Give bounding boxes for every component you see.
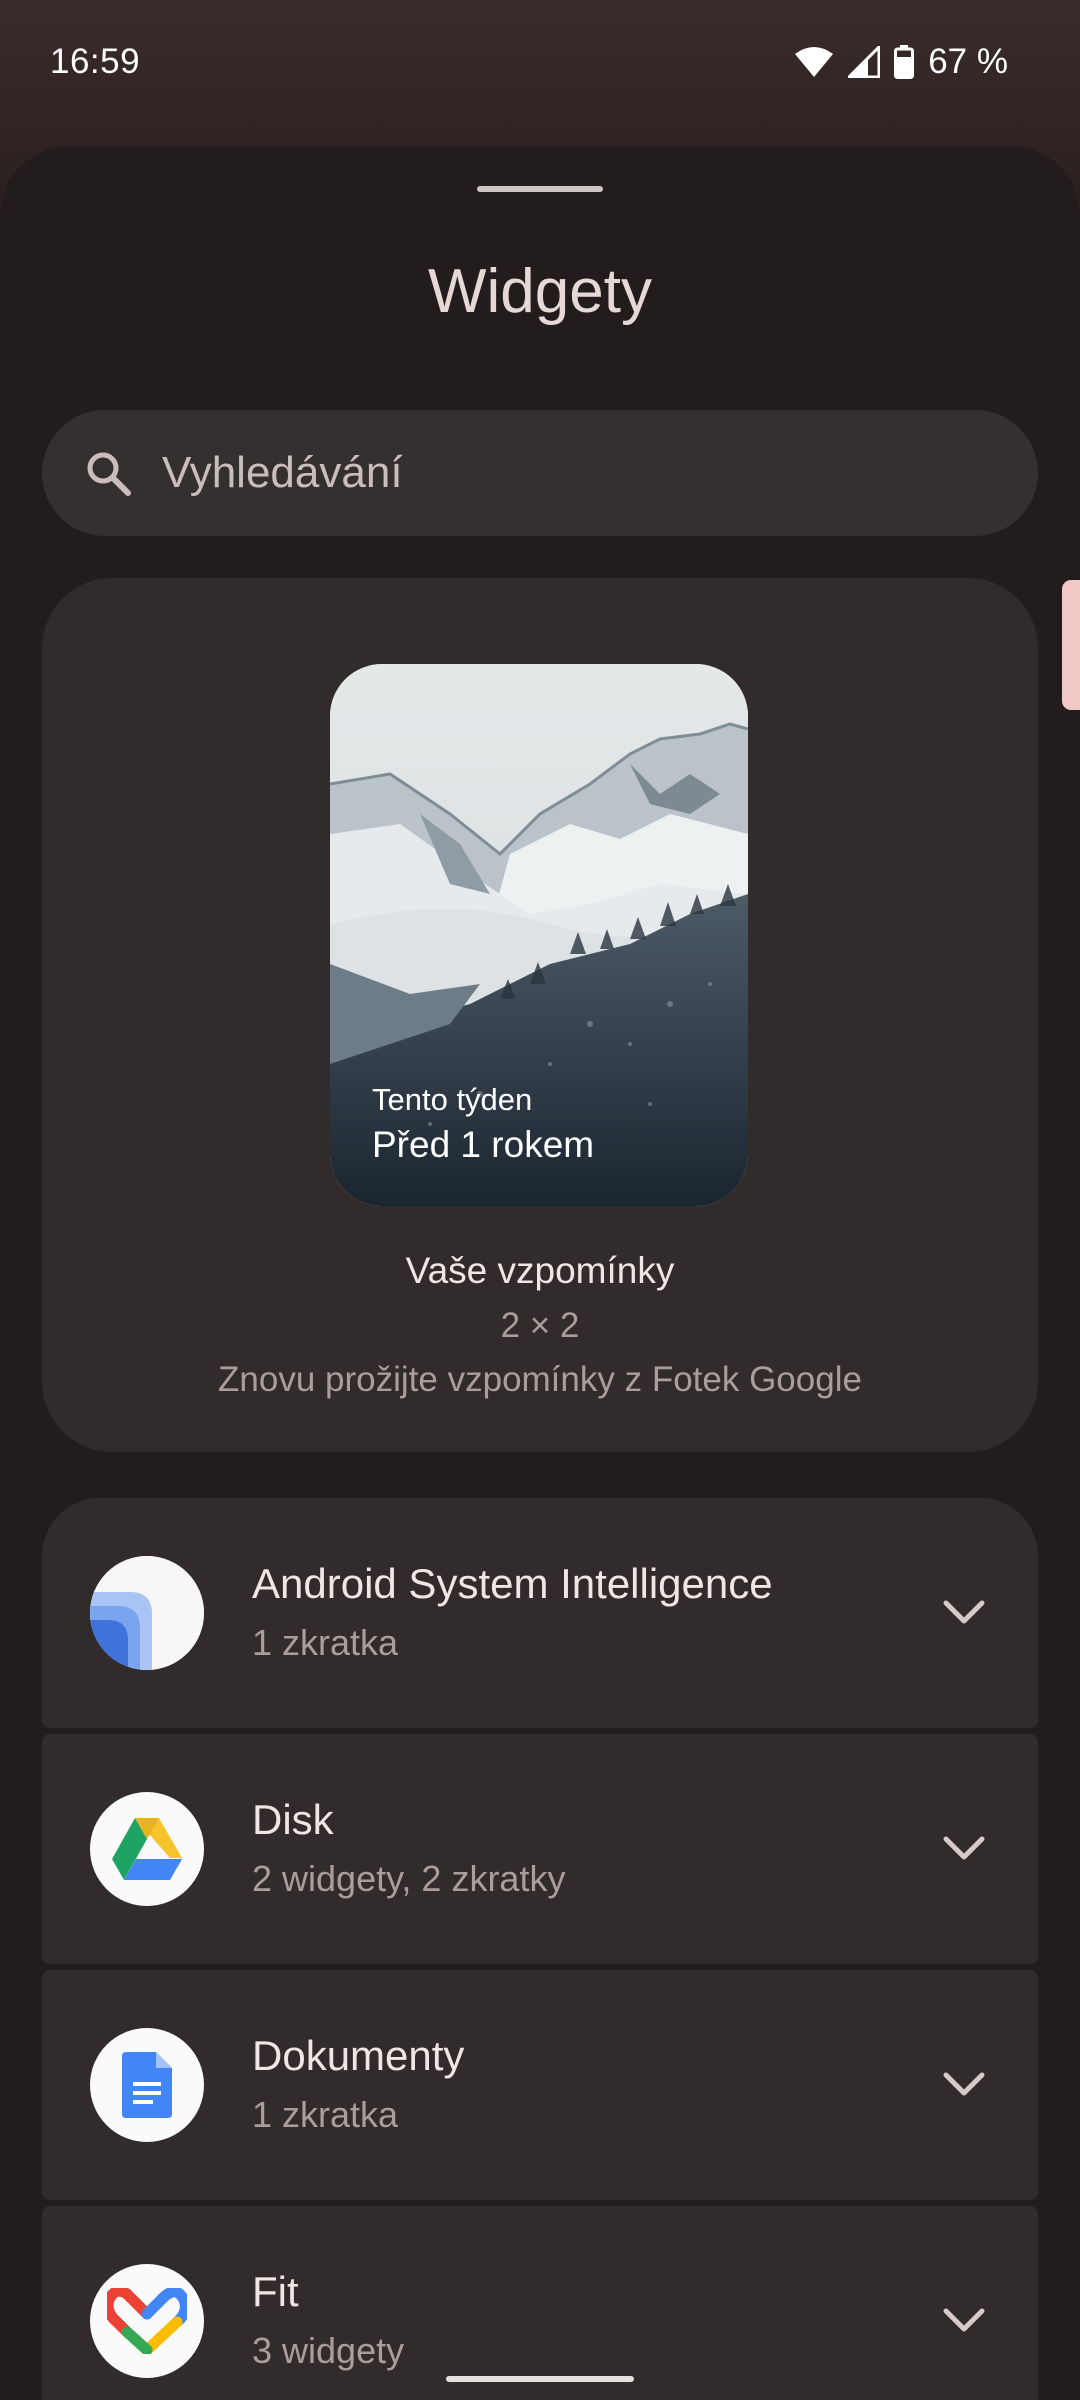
signal-icon [848, 46, 881, 78]
app-subtitle: 1 zkratka [252, 1622, 399, 1663]
app-row-fit[interactable]: Fit 3 widgety [42, 2206, 1038, 2400]
chevron-down-icon[interactable] [940, 2297, 988, 2345]
app-subtitle: 1 zkratka [252, 2094, 399, 2135]
memories-widget-preview[interactable]: Tento týden Před 1 rokem [330, 664, 748, 1206]
search-input[interactable]: Vyhledávání [42, 410, 1038, 536]
app-row-dokumenty[interactable]: Dokumenty 1 zkratka [42, 1970, 1038, 2200]
chevron-down-icon[interactable] [940, 1589, 988, 1637]
chevron-down-icon[interactable] [940, 2061, 988, 2109]
app-subtitle: 2 widgety, 2 zkratky [252, 1858, 566, 1899]
app-title: Fit [252, 2268, 299, 2315]
featured-widget-card[interactable]: Tento týden Před 1 rokem Vaše vzpomínky … [42, 578, 1038, 1452]
android-system-intelligence-icon [90, 1556, 204, 1670]
status-time: 16:59 [50, 42, 141, 81]
widgets-sheet: Widgety Vyhledávání Tento týden Před 1 r… [0, 146, 1080, 2400]
battery-percentage: 67 % [928, 42, 1008, 81]
app-title: Dokumenty [252, 2032, 465, 2079]
wifi-icon [794, 46, 834, 78]
preview-caption-year: Před 1 rokem [372, 1124, 595, 1165]
scrollbar[interactable] [1062, 580, 1080, 710]
app-row-disk[interactable]: Disk 2 widgety, 2 zkratky [42, 1734, 1038, 1964]
gesture-navigation-handle[interactable] [446, 2376, 634, 2382]
widget-size: 2 × 2 [500, 1306, 580, 1345]
app-subtitle: 3 widgety [252, 2330, 405, 2371]
status-icons: 67 % [794, 42, 1008, 82]
sheet-title: Widgety [428, 257, 652, 326]
status-bar: 16:59 67 % [0, 0, 1080, 124]
google-fit-icon [90, 2264, 204, 2378]
search-icon [80, 445, 136, 501]
preview-caption-week: Tento týden [372, 1082, 533, 1117]
chevron-down-icon[interactable] [940, 1825, 988, 1873]
google-drive-icon [90, 1792, 204, 1906]
app-title: Disk [252, 1796, 334, 1843]
google-docs-icon [90, 2028, 204, 2142]
app-title: Android System Intelligence [252, 1560, 773, 1607]
battery-icon [894, 45, 915, 79]
widget-description: Znovu prožijte vzpomínky z Fotek Google [218, 1360, 862, 1399]
widget-name: Vaše vzpomínky [405, 1250, 675, 1291]
search-placeholder: Vyhledávání [162, 448, 403, 497]
drag-handle[interactable] [477, 186, 603, 192]
app-row-android-system-intelligence[interactable]: Android System Intelligence 1 zkratka [42, 1498, 1038, 1728]
